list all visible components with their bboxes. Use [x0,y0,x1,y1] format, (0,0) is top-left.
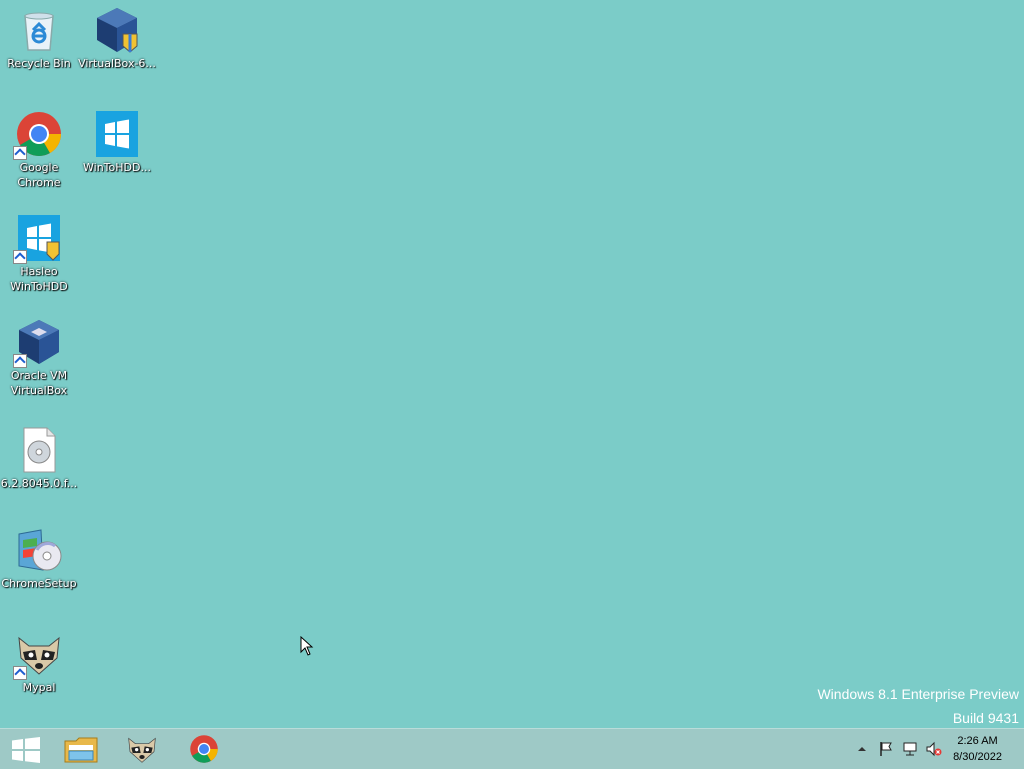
desktop-icon-recycle-bin[interactable]: Recycle Bin [0,6,78,71]
desktop-icon-label: Oracle VM VirtualBox [10,369,68,397]
disc-image-file-icon [15,426,63,474]
desktop-icon-disc-image-file[interactable]: 6.2.8045.0.f... [0,426,78,491]
desktop-icon-mypal[interactable]: Mypal [0,630,78,695]
desktop-icon-wintohdd-installer[interactable]: WinToHDD... [78,110,156,175]
chrome-icon [13,110,63,160]
watermark-build: Build 9431 [952,710,1019,726]
speaker-muted-icon[interactable] [926,741,942,757]
desktop-icon-label: Hasleo WinToHDD [10,265,68,293]
desktop-icon-label: VirtualBox-6... [78,57,156,70]
chrome-icon [189,734,219,768]
mouse-cursor-icon [300,635,314,660]
flag-icon[interactable] [878,741,894,757]
desktop-icon-oracle-vm-virtualbox[interactable]: Oracle VM VirtualBox [0,318,78,398]
mypal-icon [13,630,63,680]
desktop-icon-hasleo-wintohdd[interactable]: Hasleo WinToHDD [0,214,78,294]
start-button[interactable] [0,731,54,767]
desktop-icon-label: Mypal [22,681,56,694]
wintohdd-icon [13,214,63,264]
desktop-icon-label: Google Chrome [17,161,61,189]
folder-icon [64,735,98,767]
taskbar-chrome[interactable] [178,731,232,767]
desktop-icon-label: Recycle Bin [7,57,71,70]
network-icon[interactable] [902,741,918,757]
system-tray: 2:26 AM 8/30/2022 [834,729,1024,769]
shortcut-arrow-icon [13,354,27,368]
taskbar: 2:26 AM 8/30/2022 [0,728,1024,769]
desktop-icon-label: WinToHDD... [83,161,151,174]
chrome-setup-icon [15,526,63,574]
desktop-icon-label: ChromeSetup [1,577,77,590]
windows-start-icon [12,737,40,767]
desktop-icon-label: 6.2.8045.0.f... [0,477,78,490]
watermark-edition: Windows 8.1 Enterprise Preview [817,686,1019,702]
taskbar-file-explorer[interactable] [54,731,108,767]
desktop-icon-google-chrome[interactable]: Google Chrome [0,110,78,190]
shortcut-arrow-icon [13,250,27,264]
taskbar-clock[interactable]: 2:26 AM 8/30/2022 [953,733,1002,765]
desktop-icon-chromesetup[interactable]: ChromeSetup [0,526,78,591]
clock-time: 2:26 AM [957,735,998,747]
shortcut-arrow-icon [13,666,27,680]
recycle-bin-icon [15,6,63,54]
virtualbox-installer-icon [93,6,141,54]
taskbar-mypal[interactable] [116,731,170,767]
mypal-icon [126,733,158,769]
wintohdd-installer-icon [93,110,141,158]
desktop-icon-virtualbox-installer[interactable]: VirtualBox-6... [78,6,156,71]
virtualbox-icon [13,318,63,368]
chevron-up-icon[interactable] [854,741,870,757]
shortcut-arrow-icon [13,146,27,160]
windows-watermark: Windows 8.1 Enterprise Preview Build 943… [817,682,1019,730]
clock-date: 8/30/2022 [953,751,1002,763]
